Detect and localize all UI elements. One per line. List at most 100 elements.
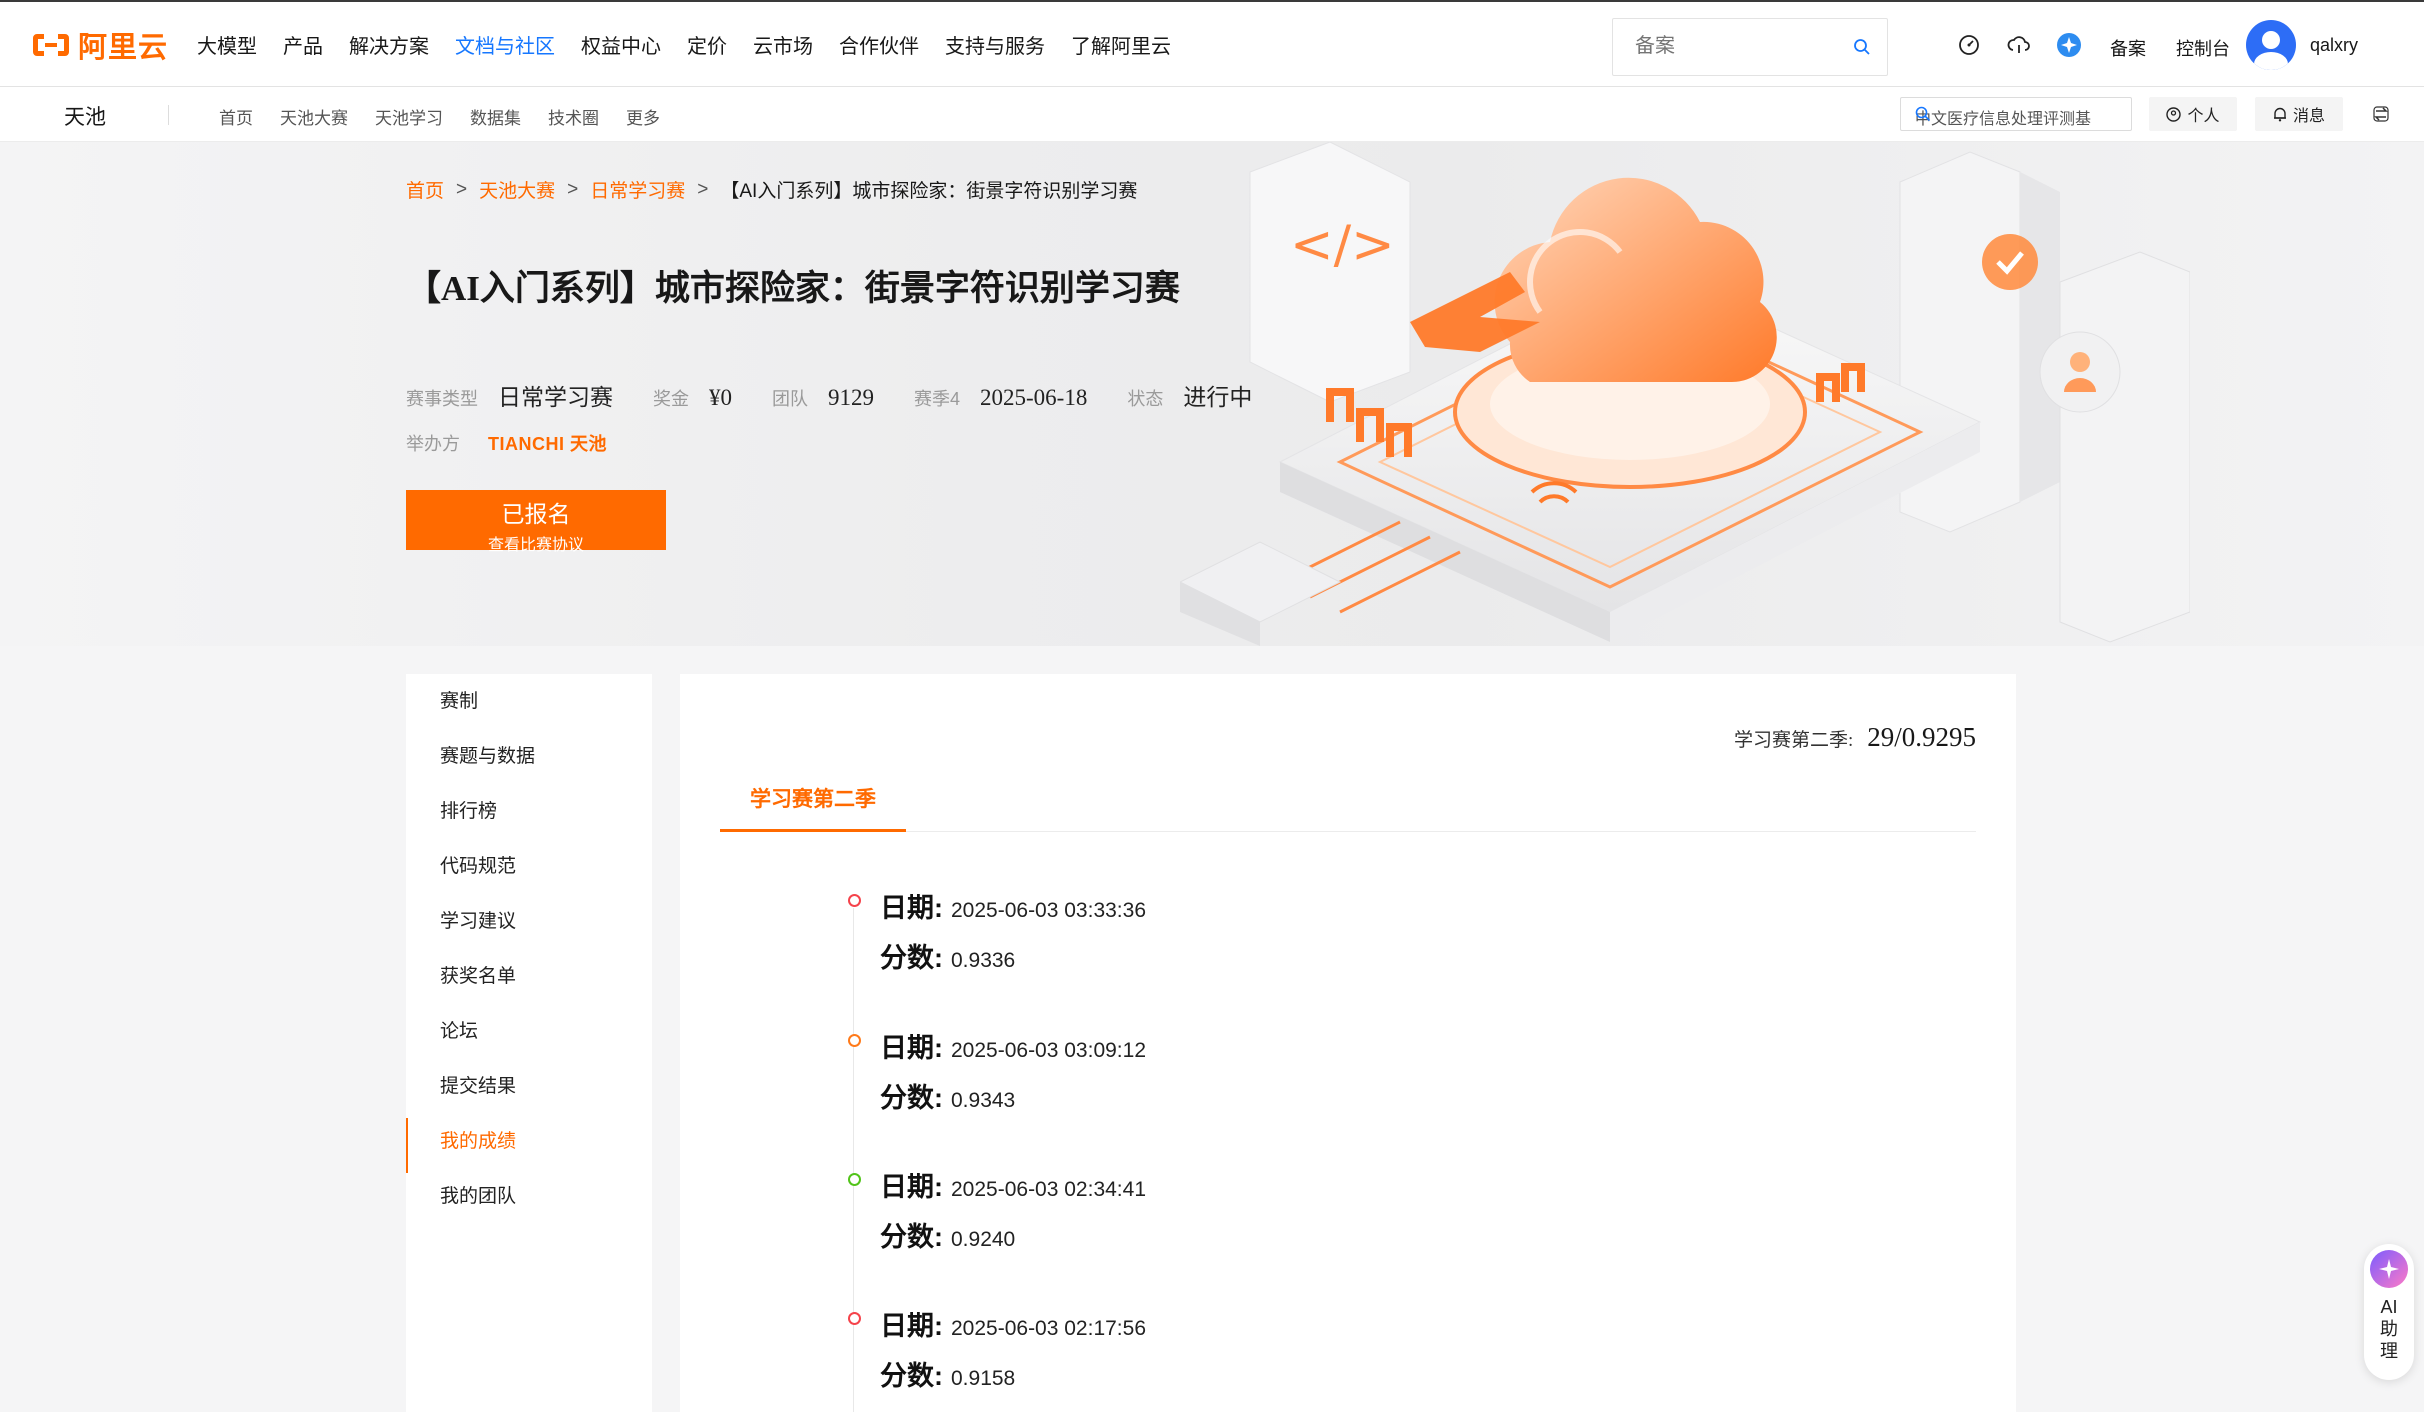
meta-type-label: 赛事类型 (406, 389, 478, 409)
menu-item-winners[interactable]: 获奖名单 (406, 949, 652, 1004)
menu-item-submit[interactable]: 提交结果 (406, 1059, 652, 1114)
timeline-dot (848, 894, 861, 907)
menu-item-my-team[interactable]: 我的团队 (406, 1169, 652, 1224)
record-score: 分数: 0.9336 (880, 936, 1015, 975)
record-date: 日期: 2025-06-03 03:33:36 (880, 886, 1146, 925)
sub-header: 天池 首页 天池大赛 天池学习 数据集 技术圈 更多 中文医疗信息处理评测基 个… (0, 87, 2424, 142)
nav-item-pricing[interactable]: 定价 (687, 30, 727, 59)
top-header: 阿里云 大模型 产品 解决方案 文档与社区 权益中心 定价 云市场 合作伙伴 支… (0, 0, 2424, 87)
timeline-record: 日期: 2025-06-03 03:33:36 分数: 0.9336 (846, 893, 1446, 1034)
side-menu: 赛制 赛题与数据 排行榜 代码规范 学习建议 获奖名单 论坛 提交结果 我的成绩… (406, 674, 652, 1412)
subnav-competitions[interactable]: 天池大赛 (280, 104, 348, 129)
record-score: 分数: 0.9158 (880, 1354, 1015, 1393)
tianchi-host-logo: TIANCHI 天池 (488, 434, 607, 454)
username[interactable]: qalxry (2310, 35, 2358, 56)
nav-item-marketplace[interactable]: 云市场 (753, 30, 813, 59)
swap-icon[interactable] (2372, 105, 2390, 128)
brand-divider (168, 105, 169, 125)
meta-teams-value: 9129 (828, 385, 874, 410)
date-value: 2025-06-03 03:09:12 (951, 1039, 1146, 1062)
nav-item-solutions[interactable]: 解决方案 (349, 30, 429, 59)
avatar[interactable] (2246, 20, 2296, 70)
main-nav: 大模型 产品 解决方案 文档与社区 权益中心 定价 云市场 合作伙伴 支持与服务… (197, 30, 1197, 59)
breadcrumb-competitions[interactable]: 天池大赛 (479, 176, 555, 203)
date-label: 日期: (880, 1033, 943, 1063)
menu-item-code-rules[interactable]: 代码规范 (406, 839, 652, 894)
personal-button[interactable]: 个人 (2149, 97, 2237, 131)
banner-illustration: </> (1180, 142, 2190, 646)
ai-assistant-button[interactable]: AI助理 (2364, 1244, 2414, 1380)
meta-season-value: 2025-06-18 (980, 385, 1088, 410)
date-label: 日期: (880, 893, 943, 923)
season-score-value: 29/0.9295 (1867, 722, 1976, 752)
svg-text:</>: </> (1290, 215, 1395, 275)
menu-item-leaderboard[interactable]: 排行榜 (406, 784, 652, 839)
host-label: 举办方 (406, 434, 460, 454)
breadcrumb: 首页 > 天池大赛 > 日常学习赛 > 【AI入门系列】城市探险家：街景字符识别… (406, 176, 1137, 203)
score-value: 0.9336 (951, 949, 1016, 972)
record-date: 日期: 2025-06-03 02:17:56 (880, 1304, 1146, 1343)
scores-panel: 学习赛第二季: 29/0.9295 学习赛第二季 日期: 2025-06-03 … (680, 674, 2016, 1412)
record-date: 日期: 2025-06-03 02:34:41 (880, 1165, 1146, 1204)
breadcrumb-separator: > (697, 178, 709, 200)
console-link[interactable]: 控制台 (2176, 35, 2230, 61)
top-search-input[interactable] (1635, 35, 1835, 58)
date-value: 2025-06-03 03:33:36 (951, 899, 1146, 922)
logo-text: 阿里云 (78, 32, 169, 64)
top-search-box (1612, 18, 1888, 76)
timeline-record: 日期: 2025-06-03 02:34:41 分数: 0.9240 (846, 1172, 1446, 1313)
meta-teams-label: 团队 (772, 389, 808, 409)
host-info: 举办方 TIANCHI 天池 (406, 430, 607, 456)
user-circle-icon (2166, 106, 2182, 122)
personal-label: 个人 (2187, 108, 2220, 125)
nav-item-products[interactable]: 产品 (283, 30, 323, 59)
filing-link[interactable]: 备案 (2110, 35, 2146, 61)
ai-sparkle-icon (2370, 1250, 2408, 1288)
cloud-support-icon[interactable] (2006, 32, 2032, 58)
subnav-home[interactable]: 首页 (219, 104, 253, 129)
nav-item-partners[interactable]: 合作伙伴 (839, 30, 919, 59)
timeline-dot (848, 1034, 861, 1047)
subnav-tech-circle[interactable]: 技术圈 (548, 104, 599, 129)
meta-status-label: 状态 (1127, 389, 1164, 409)
messages-button[interactable]: 消息 (2255, 97, 2343, 131)
breadcrumb-home[interactable]: 首页 (406, 176, 444, 203)
tianchi-brand[interactable]: 天池 (64, 101, 106, 131)
breadcrumb-daily-learning[interactable]: 日常学习赛 (590, 176, 685, 203)
date-value: 2025-06-03 02:34:41 (951, 1178, 1146, 1201)
page-title: 【AI入门系列】城市探险家：街景字符识别学习赛 (406, 269, 1180, 308)
messages-label: 消息 (2292, 108, 2325, 125)
nav-item-about[interactable]: 了解阿里云 (1071, 30, 1171, 59)
search-icon[interactable] (1915, 106, 2095, 127)
aliyun-logo[interactable]: 阿里云 (32, 26, 168, 64)
nav-item-llm[interactable]: 大模型 (197, 30, 257, 59)
star-badge-icon[interactable] (2056, 32, 2082, 58)
competition-banner: </> 首页 > 天池大赛 > 日常学习赛 > 【AI入门系列】城市探险家：街景… (0, 142, 2424, 646)
dashboard-icon[interactable] (1956, 32, 1982, 58)
breadcrumb-separator: > (456, 178, 468, 200)
season-score-label: 学习赛第二季: (1733, 730, 1854, 751)
menu-item-problem-data[interactable]: 赛题与数据 (406, 729, 652, 784)
subnav-datasets[interactable]: 数据集 (470, 104, 521, 129)
nav-item-support[interactable]: 支持与服务 (945, 30, 1045, 59)
tab-season-two[interactable]: 学习赛第二季 (720, 778, 906, 832)
ai-assistant-label: AI助理 (2380, 1297, 2398, 1361)
menu-item-rules[interactable]: 赛制 (406, 674, 652, 729)
score-label: 分数: (880, 1361, 943, 1391)
menu-item-learning-tips[interactable]: 学习建议 (406, 894, 652, 949)
bell-icon (2273, 107, 2286, 121)
score-label: 分数: (880, 1083, 943, 1113)
sub-search-box[interactable]: 中文医疗信息处理评测基 (1900, 97, 2132, 131)
score-value: 0.9240 (951, 1228, 1016, 1251)
enrolled-button[interactable]: 已报名 查看比赛协议 (406, 490, 666, 554)
score-value: 0.9343 (951, 1089, 1016, 1112)
subnav-more[interactable]: 更多 (626, 104, 660, 129)
nav-item-benefits[interactable]: 权益中心 (581, 30, 661, 59)
record-date: 日期: 2025-06-03 03:09:12 (880, 1026, 1146, 1065)
menu-item-my-scores[interactable]: 我的成绩 (406, 1114, 652, 1173)
nav-item-docs-community[interactable]: 文档与社区 (455, 30, 555, 59)
menu-item-forum[interactable]: 论坛 (406, 1004, 652, 1059)
subnav-learning[interactable]: 天池学习 (375, 104, 443, 129)
search-icon[interactable] (1853, 38, 1871, 61)
view-agreement-link[interactable]: 查看比赛协议 (406, 531, 666, 555)
